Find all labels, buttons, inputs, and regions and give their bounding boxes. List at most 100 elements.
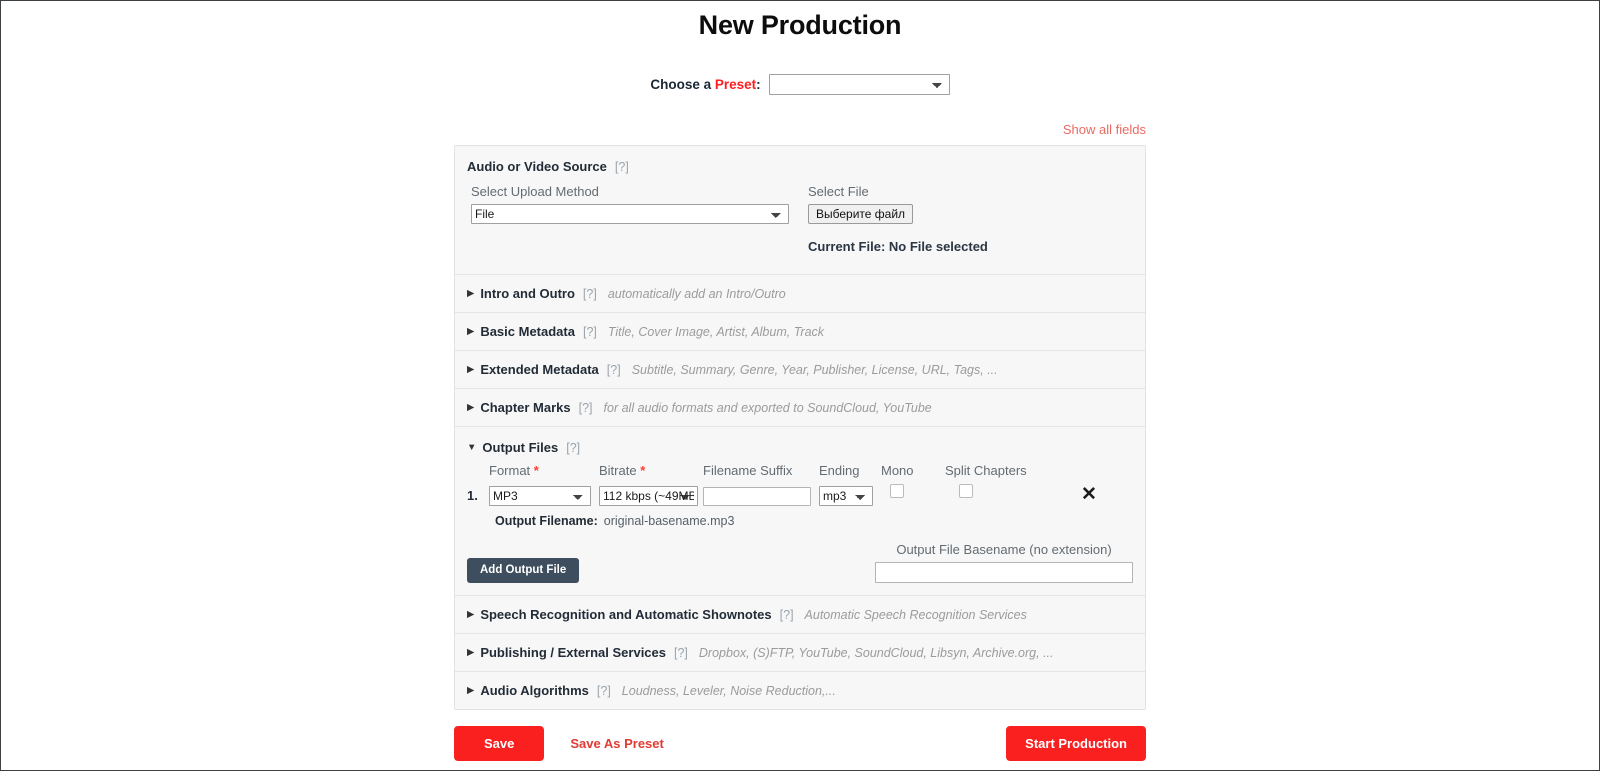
column-header-split-chapters: Split Chapters [945,463,1027,478]
section-audio-video-source: Audio or Video Source [?] Select Upload … [455,146,1145,275]
column-header-mono: Mono [881,463,914,478]
required-marker: * [640,463,646,478]
help-icon[interactable]: [?] [780,608,794,622]
section-audio-video-source-title: Audio or Video Source [467,159,607,174]
preset-label-accent: Preset [714,77,757,92]
output-row-bitrate-cell: 112 kbps (~49MB [599,486,703,506]
section-basic-metadata-title: Basic Metadata [480,324,575,339]
upload-method-label: Select Upload Method [471,184,599,199]
output-filename-value: original-basename.mp3 [603,514,735,528]
section-publishing-external-services-hint: Dropbox, (S)FTP, YouTube, SoundCloud, Li… [698,645,1054,660]
output-files-table: Format * Bitrate * Filename Suffix Endin… [455,463,1145,506]
output-filename-label: Output Filename: [495,514,598,528]
section-audio-algorithms: ▶ Audio Algorithms [?] Loudness, Leveler… [455,672,1145,709]
help-icon[interactable]: [?] [583,287,597,301]
section-extended-metadata-title: Extended Metadata [480,362,599,377]
choose-file-button[interactable]: Выберите файл [808,204,914,224]
help-icon[interactable]: [?] [674,646,688,660]
production-form-accordion: Audio or Video Source [?] Select Upload … [454,145,1146,710]
browser-viewport: New Production Choose a Preset: Show all… [0,0,1600,771]
output-row-format-cell: MP3 [489,486,599,506]
output-row-ending-cell: mp3 [819,486,881,506]
section-audio-algorithms-header[interactable]: ▶ Audio Algorithms [?] Loudness, Leveler… [455,672,1145,709]
help-icon[interactable]: [?] [607,363,621,377]
start-production-button[interactable]: Start Production [1006,726,1146,761]
preset-select[interactable] [768,74,950,95]
show-all-fields-wrap: Show all fields [454,121,1146,139]
section-intro-and-outro-title: Intro and Outro [480,286,575,301]
section-publishing-external-services-title: Publishing / External Services [480,645,666,660]
basename-field-wrap: Output File Basename (no extension) [875,542,1133,583]
chevron-right-icon: ▶ [467,363,475,375]
preset-label: Choose a Preset: [650,77,760,92]
section-basic-metadata-hint: Title, Cover Image, Artist, Album, Track [607,324,825,339]
section-speech-recognition-header[interactable]: ▶ Speech Recognition and Automatic Shown… [455,596,1145,633]
column-header-bitrate: Bitrate * [599,463,703,484]
upload-method-column: Select Upload Method File [471,184,806,254]
section-publishing-external-services-header[interactable]: ▶ Publishing / External Services [?] Dro… [455,634,1145,671]
save-as-preset-link[interactable]: Save As Preset [570,736,663,751]
section-intro-and-outro: ▶ Intro and Outro [?] automatically add … [455,275,1145,313]
section-intro-and-outro-hint: automatically add an Intro/Outro [607,286,786,301]
ending-select[interactable]: mp3 [819,486,873,506]
chevron-down-icon: ▼ [467,441,477,453]
section-audio-video-source-body: Select Upload Method File Select File Вы… [455,176,1145,274]
preset-label-pre: Choose a [650,77,715,92]
column-header-format: Format * [489,463,599,484]
column-header-filename-suffix: Filename Suffix [703,463,793,478]
remove-output-file-icon[interactable]: ✕ [1063,485,1145,506]
section-speech-recognition: ▶ Speech Recognition and Automatic Shown… [455,596,1145,634]
column-header-bitrate-label: Bitrate [599,463,637,478]
help-icon[interactable]: [?] [597,684,611,698]
section-publishing-external-services: ▶ Publishing / External Services [?] Dro… [455,634,1145,672]
chevron-right-icon: ▶ [467,646,475,658]
section-extended-metadata: ▶ Extended Metadata [?] Subtitle, Summar… [455,351,1145,389]
section-audio-video-source-header[interactable]: Audio or Video Source [?] [455,146,1145,176]
output-row-index: 1. [467,488,478,503]
basename-label: Output File Basename (no extension) [896,542,1112,557]
filename-suffix-input[interactable] [703,487,811,506]
output-files-body: Format * Bitrate * Filename Suffix Endin… [455,459,1145,595]
output-files-footer: Add Output File Output File Basename (no… [455,528,1145,583]
output-row-split-chapters-cell [945,484,1063,506]
section-basic-metadata-header[interactable]: ▶ Basic Metadata [?] Title, Cover Image,… [455,313,1145,350]
section-speech-recognition-hint: Automatic Speech Recognition Services [804,607,1027,622]
upload-method-select[interactable]: File [471,204,789,224]
output-filename-row: Output Filename: original-basename.mp3 [455,514,1145,528]
section-basic-metadata: ▶ Basic Metadata [?] Title, Cover Image,… [455,313,1145,351]
column-header-format-label: Format [489,463,531,478]
section-output-files-title: Output Files [482,440,559,455]
save-button[interactable]: Save [454,726,545,761]
section-extended-metadata-hint: Subtitle, Summary, Genre, Year, Publishe… [631,362,998,377]
chevron-right-icon: ▶ [467,684,475,696]
format-select[interactable]: MP3 [489,486,591,506]
section-extended-metadata-header[interactable]: ▶ Extended Metadata [?] Subtitle, Summar… [455,351,1145,388]
select-file-label: Select File [808,184,869,199]
help-icon[interactable]: [?] [583,325,597,339]
current-file-status: Current File: No File selected [808,239,988,254]
show-all-fields-link[interactable]: Show all fields [1063,122,1146,137]
chevron-right-icon: ▶ [467,287,475,299]
help-icon[interactable]: [?] [615,160,629,174]
required-marker: * [533,463,539,478]
preset-label-post: : [756,77,761,92]
add-output-file-button[interactable]: Add Output File [467,558,580,583]
section-output-files-header[interactable]: ▼ Output Files [?] [455,427,1145,459]
chevron-right-icon: ▶ [467,401,475,413]
form-footer: Save Save As Preset Start Production [454,726,1146,761]
split-chapters-checkbox[interactable] [959,484,973,498]
section-audio-algorithms-title: Audio Algorithms [480,683,589,698]
section-chapter-marks-title: Chapter Marks [480,400,571,415]
section-chapter-marks-header[interactable]: ▶ Chapter Marks [?] for all audio format… [455,389,1145,426]
preset-chooser-row: Choose a Preset: [1,74,1599,95]
chevron-right-icon: ▶ [467,608,475,620]
basename-input[interactable] [875,562,1133,583]
help-icon[interactable]: [?] [566,441,580,455]
help-icon[interactable]: [?] [579,401,593,415]
section-intro-and-outro-header[interactable]: ▶ Intro and Outro [?] automatically add … [455,275,1145,312]
section-audio-algorithms-hint: Loudness, Leveler, Noise Reduction,... [621,683,836,698]
output-row-mono-cell [881,484,945,506]
section-chapter-marks-hint: for all audio formats and exported to So… [603,400,932,415]
mono-checkbox[interactable] [890,484,904,498]
bitrate-select[interactable]: 112 kbps (~49MB [599,486,698,506]
